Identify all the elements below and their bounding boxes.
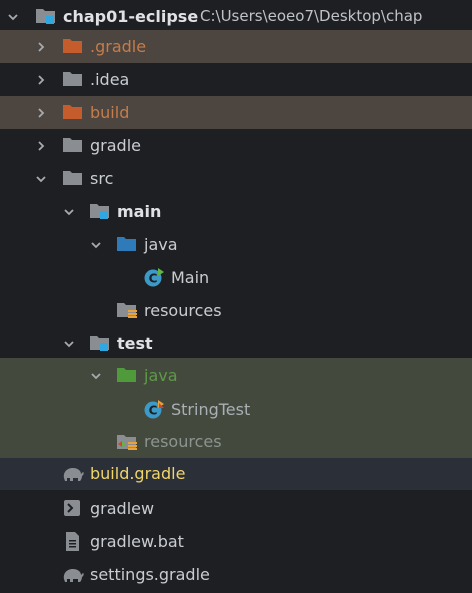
chevron-down-icon[interactable] bbox=[33, 162, 49, 195]
node-label: gradle bbox=[90, 136, 141, 155]
tree-row-dot-gradle[interactable]: .gradle bbox=[0, 30, 472, 63]
tree-row-main[interactable]: main bbox=[0, 195, 472, 228]
tree-row-main-class[interactable]: C Main bbox=[0, 261, 472, 294]
node-label: resources bbox=[144, 432, 222, 451]
project-tree: chap01-eclipse C:\Users\eoeo7\Desktop\ch… bbox=[0, 0, 472, 593]
tree-row-gradlew[interactable]: gradlew bbox=[0, 492, 472, 525]
chevron-down-icon[interactable] bbox=[5, 0, 21, 33]
folder-icon bbox=[62, 69, 84, 90]
folder-icon bbox=[62, 135, 84, 156]
tree-row-stringtest-class[interactable]: C StringTest bbox=[0, 393, 472, 426]
node-label: .gradle bbox=[90, 37, 147, 56]
java-class-icon: C bbox=[143, 399, 165, 420]
tree-row-gradle[interactable]: gradle bbox=[0, 129, 472, 162]
java-class-icon: C bbox=[143, 267, 165, 288]
chevron-right-icon[interactable] bbox=[33, 63, 49, 96]
resources-folder-icon bbox=[116, 300, 138, 321]
tree-row-project-root[interactable]: chap01-eclipse C:\Users\eoeo7\Desktop\ch… bbox=[0, 0, 472, 33]
tree-row-settings-gradle[interactable]: settings.gradle bbox=[0, 558, 472, 591]
module-folder-icon bbox=[89, 201, 111, 222]
node-label: .idea bbox=[90, 70, 130, 89]
node-label: java bbox=[144, 235, 178, 254]
node-label: StringTest bbox=[171, 400, 251, 419]
text-file-icon bbox=[62, 531, 84, 552]
node-label: main bbox=[117, 202, 162, 221]
tree-row-src[interactable]: src bbox=[0, 162, 472, 195]
node-label: resources bbox=[144, 301, 222, 320]
node-label: test bbox=[117, 334, 153, 353]
module-folder-icon bbox=[89, 333, 111, 354]
excluded-folder-icon bbox=[62, 102, 84, 123]
tree-row-idea[interactable]: .idea bbox=[0, 63, 472, 96]
tree-row-build-gradle[interactable]: build.gradle bbox=[0, 458, 472, 490]
node-label: settings.gradle bbox=[90, 565, 210, 584]
gradle-elephant-icon bbox=[61, 564, 84, 585]
chevron-down-icon[interactable] bbox=[88, 358, 104, 393]
project-path: C:\Users\eoeo7\Desktop\chap bbox=[200, 7, 423, 25]
svg-text:C: C bbox=[149, 404, 158, 418]
folder-icon bbox=[62, 168, 84, 189]
test-root-folder-icon bbox=[116, 365, 138, 386]
chevron-right-icon[interactable] bbox=[33, 129, 49, 162]
shell-script-icon bbox=[62, 498, 84, 519]
gradle-elephant-icon bbox=[61, 463, 84, 484]
chevron-down-icon[interactable] bbox=[61, 327, 77, 360]
svg-text:C: C bbox=[149, 272, 158, 286]
project-name: chap01-eclipse bbox=[63, 7, 199, 26]
tree-row-test-resources[interactable]: resources bbox=[0, 426, 472, 458]
node-label: build.gradle bbox=[90, 464, 186, 483]
test-resources-folder-icon bbox=[116, 432, 138, 453]
tree-row-gradlew-bat[interactable]: gradlew.bat bbox=[0, 525, 472, 558]
node-label: gradlew.bat bbox=[90, 532, 184, 551]
tree-row-build[interactable]: build bbox=[0, 96, 472, 129]
source-root-folder-icon bbox=[116, 234, 138, 255]
excluded-folder-icon bbox=[62, 36, 84, 57]
tree-row-test-java[interactable]: java bbox=[0, 358, 472, 393]
tree-row-test[interactable]: test bbox=[0, 327, 472, 360]
node-label: src bbox=[90, 169, 114, 188]
node-label: gradlew bbox=[90, 499, 155, 518]
node-label: Main bbox=[171, 268, 210, 287]
module-folder-icon bbox=[35, 6, 57, 27]
chevron-right-icon[interactable] bbox=[33, 96, 49, 129]
node-label: java bbox=[144, 366, 178, 385]
node-label: build bbox=[90, 103, 130, 122]
tree-row-main-resources[interactable]: resources bbox=[0, 294, 472, 327]
chevron-right-icon[interactable] bbox=[33, 30, 49, 63]
chevron-down-icon[interactable] bbox=[88, 228, 104, 261]
chevron-down-icon[interactable] bbox=[61, 195, 77, 228]
tree-row-main-java[interactable]: java bbox=[0, 228, 472, 261]
